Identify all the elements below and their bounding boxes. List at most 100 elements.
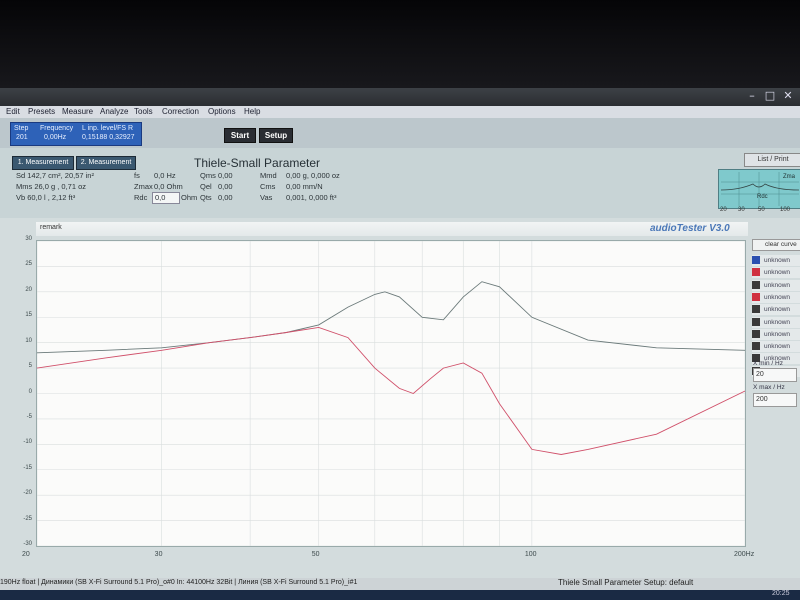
legend-item[interactable]: unknown bbox=[752, 304, 800, 316]
vas-label: Vas bbox=[260, 193, 273, 202]
legend-swatch-icon bbox=[752, 268, 760, 277]
xmin-input[interactable]: 20 bbox=[753, 368, 797, 382]
mini-rdc-label: Rdc bbox=[757, 194, 768, 200]
legend-swatch-icon bbox=[752, 280, 760, 289]
sd-value: Sd 142,7 cm², 20,57 in² bbox=[16, 171, 94, 180]
legend-label: unknown bbox=[764, 281, 791, 289]
rdc-unit: Ohm bbox=[181, 193, 198, 202]
mmd-label: Mmd bbox=[260, 171, 277, 180]
menu-tools[interactable]: Tools bbox=[134, 106, 153, 118]
y-tick-label: 5 bbox=[28, 363, 32, 370]
panel-title: Thiele-Small Parameter bbox=[194, 156, 321, 170]
frequency-label: Frequency bbox=[40, 125, 74, 132]
brand-label: audioTester V3.0 bbox=[650, 223, 730, 234]
level-label: L inp. level/FS R bbox=[82, 125, 134, 132]
y-tick-label: -5 bbox=[26, 413, 32, 420]
legend-label: unknown bbox=[764, 306, 791, 314]
title-bar bbox=[0, 88, 800, 106]
zmax-value: 0,0 Ohm bbox=[154, 182, 183, 191]
legend-item[interactable]: unknown bbox=[752, 328, 800, 340]
y-tick-label: 30 bbox=[25, 236, 32, 242]
legend-label: unknown bbox=[764, 293, 791, 301]
x-tick-label: 200Hz bbox=[734, 551, 755, 558]
remark-bar[interactable] bbox=[36, 222, 748, 236]
menu-presets[interactable]: Presets bbox=[28, 106, 55, 118]
taskbar-clock: 20:25 bbox=[772, 590, 790, 597]
legend-swatch-icon bbox=[752, 292, 760, 301]
legend-swatch-icon bbox=[752, 329, 760, 338]
legend-label: unknown bbox=[764, 318, 791, 326]
vas-value: 0,001, 0,000 ft³ bbox=[286, 193, 337, 202]
y-tick-label: 10 bbox=[25, 337, 32, 344]
qts-label: Qts bbox=[200, 193, 212, 202]
cms-value: 0,00 mm/N bbox=[286, 182, 323, 191]
rdc-input[interactable]: 0,0 bbox=[152, 192, 180, 204]
menu-edit[interactable]: Edit bbox=[6, 106, 20, 118]
level-value: 0,15188 0,32927 bbox=[82, 134, 135, 141]
xmin-label: X min / Hz bbox=[753, 360, 783, 367]
mini-axis-100: 100 bbox=[780, 207, 791, 213]
mini-curve bbox=[720, 183, 800, 191]
y-tick-label: 20 bbox=[25, 286, 32, 293]
tab-measurement-2[interactable]: 2. Measurement bbox=[76, 156, 136, 170]
y-tick-label: -30 bbox=[23, 541, 32, 547]
legend-item[interactable]: unknown bbox=[752, 341, 800, 353]
menu-correction[interactable]: Correction bbox=[162, 106, 199, 118]
bezel-top bbox=[0, 0, 800, 88]
legend-item[interactable]: unknown bbox=[752, 316, 800, 328]
plot-area[interactable] bbox=[36, 240, 746, 547]
menu-options[interactable]: Options bbox=[208, 106, 236, 118]
status-left: 190Hz float | Динамики (SB X-Fi Surround… bbox=[0, 579, 358, 586]
x-tick-label: 100 bbox=[524, 551, 537, 558]
zmax-label: Zmax bbox=[134, 182, 153, 191]
x-tick-label: 20 bbox=[22, 551, 30, 558]
qts-value: 0,00 bbox=[218, 193, 233, 202]
rdc-input-value: 0,0 bbox=[155, 193, 166, 202]
mini-preview[interactable]: Zma Rdc bbox=[718, 169, 800, 209]
x-tick-label: 50 bbox=[311, 551, 320, 558]
y-tick-label: 25 bbox=[25, 261, 32, 268]
remark-label: remark bbox=[40, 224, 62, 231]
mmd-value: 0,00 g, 0,000 oz bbox=[286, 171, 340, 180]
fs-value: 0,0 Hz bbox=[154, 171, 176, 180]
legend-label: unknown bbox=[764, 330, 791, 338]
frequency-value: 0,00Hz bbox=[44, 134, 67, 141]
legend-item[interactable]: unknown bbox=[752, 255, 800, 266]
xmax-input[interactable]: 200 bbox=[753, 393, 797, 407]
maximize-icon[interactable]: □ bbox=[762, 90, 778, 102]
status-right: Thiele Small Parameter Setup: default bbox=[558, 578, 694, 587]
series-line-2 bbox=[36, 326, 746, 455]
taskbar bbox=[0, 590, 800, 600]
fs-label: fs bbox=[134, 171, 140, 180]
mms-value: Mms 26,0 g , 0,71 oz bbox=[16, 182, 87, 191]
cms-label: Cms bbox=[260, 182, 276, 191]
close-icon[interactable]: ✕ bbox=[780, 90, 796, 102]
y-tick-label: 15 bbox=[25, 312, 32, 319]
mini-axis-50: 50 bbox=[758, 207, 765, 213]
qms-label: Qms bbox=[200, 171, 216, 180]
list-print-button[interactable]: List / Print bbox=[744, 153, 800, 167]
y-tick-label: -25 bbox=[23, 515, 32, 522]
legend-item[interactable]: unknown bbox=[752, 267, 800, 279]
step-value: 201 bbox=[16, 134, 28, 141]
qms-value: 0,00 bbox=[218, 171, 233, 180]
clear-curve-button[interactable]: clear curve bbox=[752, 239, 800, 251]
menu-analyze[interactable]: Analyze bbox=[100, 106, 128, 118]
y-tick-label: 0 bbox=[28, 388, 32, 395]
xmax-label: X max / Hz bbox=[753, 384, 785, 391]
minimize-icon[interactable]: – bbox=[744, 90, 760, 102]
legend-label: unknown bbox=[764, 257, 791, 264]
legend-swatch-icon bbox=[752, 317, 760, 326]
menu-help[interactable]: Help bbox=[244, 106, 260, 118]
legend-item[interactable]: unknown bbox=[752, 291, 800, 303]
legend-swatch-icon bbox=[752, 342, 760, 351]
step-label: Step bbox=[14, 125, 29, 132]
mini-axis-20: 20 bbox=[720, 207, 727, 213]
menu-measure[interactable]: Measure bbox=[62, 106, 93, 118]
setup-button[interactable]: Setup bbox=[259, 128, 293, 143]
qel-label: Qel bbox=[200, 182, 212, 191]
impedance-chart bbox=[36, 240, 746, 547]
start-button[interactable]: Start bbox=[224, 128, 256, 143]
tab-measurement-1[interactable]: 1. Measurement bbox=[12, 156, 74, 170]
legend-item[interactable]: unknown bbox=[752, 279, 800, 291]
